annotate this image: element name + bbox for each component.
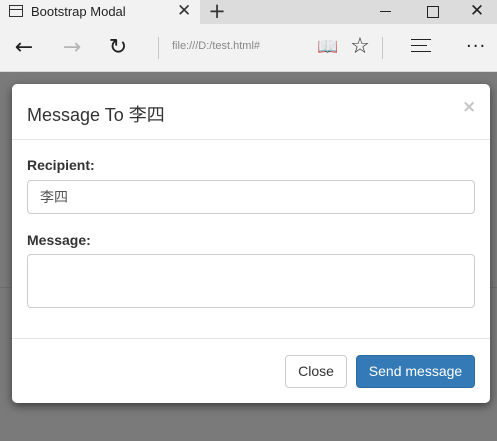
browser-title-bar: Bootstrap Modal ✕ + ✕ xyxy=(0,0,497,24)
refresh-icon[interactable]: ↻ xyxy=(103,33,133,63)
maximize-icon[interactable] xyxy=(412,0,452,24)
modal-close-icon[interactable]: × xyxy=(462,97,476,117)
new-tab-icon[interactable]: + xyxy=(206,0,228,24)
more-icon[interactable]: ··· xyxy=(466,36,486,57)
tab-close-icon[interactable]: ✕ xyxy=(177,2,191,20)
minimize-icon[interactable] xyxy=(366,0,406,24)
recipient-input[interactable]: 李四 xyxy=(27,180,475,214)
modal-header: Message To 李四 × xyxy=(12,84,490,140)
reading-view-icon[interactable]: 📖 xyxy=(316,36,340,58)
recipient-label: Recipient: xyxy=(27,157,95,173)
hub-icon[interactable] xyxy=(411,39,433,55)
close-button[interactable]: Close xyxy=(285,355,347,388)
nav-divider xyxy=(382,37,383,59)
modal-footer: Close Send message xyxy=(12,338,490,403)
message-label: Message: xyxy=(27,232,91,248)
forward-arrow-icon[interactable]: → xyxy=(57,33,87,63)
tab-page-icon xyxy=(9,5,23,17)
message-textarea[interactable] xyxy=(27,254,475,308)
send-message-button[interactable]: Send message xyxy=(356,355,475,388)
modal-title: Message To 李四 xyxy=(27,105,165,125)
tab-title: Bootstrap Modal xyxy=(31,4,126,19)
address-bar[interactable]: file:///D:/test.html# xyxy=(172,40,260,52)
browser-tab[interactable]: Bootstrap Modal ✕ xyxy=(0,0,200,24)
favorite-star-icon[interactable]: ☆ xyxy=(347,33,373,61)
message-modal: Message To 李四 × Recipient: 李四 Message: C… xyxy=(12,84,490,403)
window-close-icon[interactable]: ✕ xyxy=(457,0,497,24)
nav-divider xyxy=(158,37,159,59)
back-arrow-icon[interactable]: ← xyxy=(9,33,39,63)
browser-nav-bar: ← → ↻ file:///D:/test.html# 📖 ☆ ··· xyxy=(0,24,497,72)
